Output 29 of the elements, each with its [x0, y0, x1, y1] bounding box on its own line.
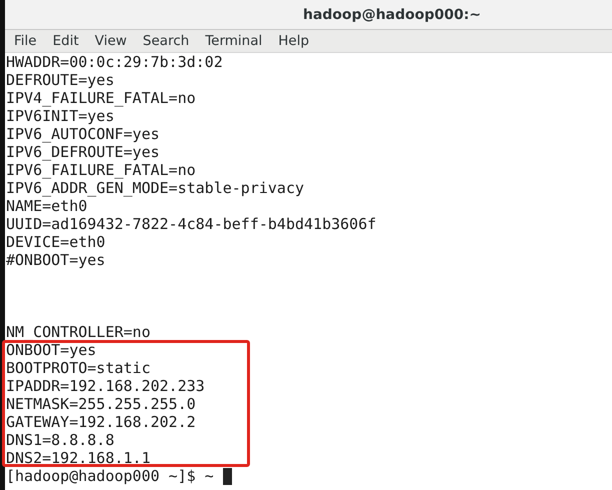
terminal-line: IPV4_FAILURE_FATAL=no [6, 89, 197, 107]
terminal-line: IPV6INIT=yes [6, 107, 116, 125]
terminal-line: ONBOOT=yes [6, 341, 98, 359]
terminal-line: NETMASK=255.255.255.0 [6, 395, 197, 413]
terminal-line: UUID=ad169432-7822-4c84-beff-b4bd41b3606f [6, 215, 378, 233]
terminal-line: DNS2=192.168.1.1 [6, 449, 152, 467]
menu-item[interactable]: File [14, 33, 45, 49]
terminal-line: #ONBOOT=yes [6, 251, 106, 269]
terminal-line: IPV6_AUTOCONF=yes [6, 125, 161, 143]
terminal-line: BOOTPROTO=static [6, 359, 152, 377]
terminal-line: NM_CONTROLLER=no [6, 323, 152, 341]
text-cursor [222, 468, 232, 484]
menu-item[interactable]: View [94, 33, 135, 49]
menu-item[interactable]: Help [278, 33, 318, 49]
menu-item[interactable]: Edit [52, 33, 87, 49]
terminal-line: DNS1=8.8.8.8 [6, 431, 116, 449]
terminal-line: DEFROUTE=yes [6, 71, 116, 89]
shell-prompt: [hadoop@hadoop000 ~]$ ~ [6, 467, 214, 485]
terminal-line: IPV6_FAILURE_FATAL=no [6, 161, 197, 179]
window-title: hadoop@hadoop000:~ [303, 6, 481, 22]
menu-item[interactable]: Search [142, 33, 198, 49]
terminal-line: IPADDR=192.168.202.233 [6, 377, 206, 395]
terminal-line: NAME=eth0 [6, 197, 88, 215]
menu-item[interactable]: Terminal [205, 33, 270, 49]
terminal-line: IPV6_DEFROUTE=yes [6, 143, 161, 161]
terminal-line: IPV6_ADDR_GEN_MODE=stable-privacy [6, 179, 306, 197]
terminal-line: GATEWAY=192.168.202.2 [6, 413, 197, 431]
terminal-line: HWADDR=00:0c:29:7b:3d:02 [6, 53, 224, 71]
terminal-line: DEVICE=eth0 [6, 233, 106, 251]
